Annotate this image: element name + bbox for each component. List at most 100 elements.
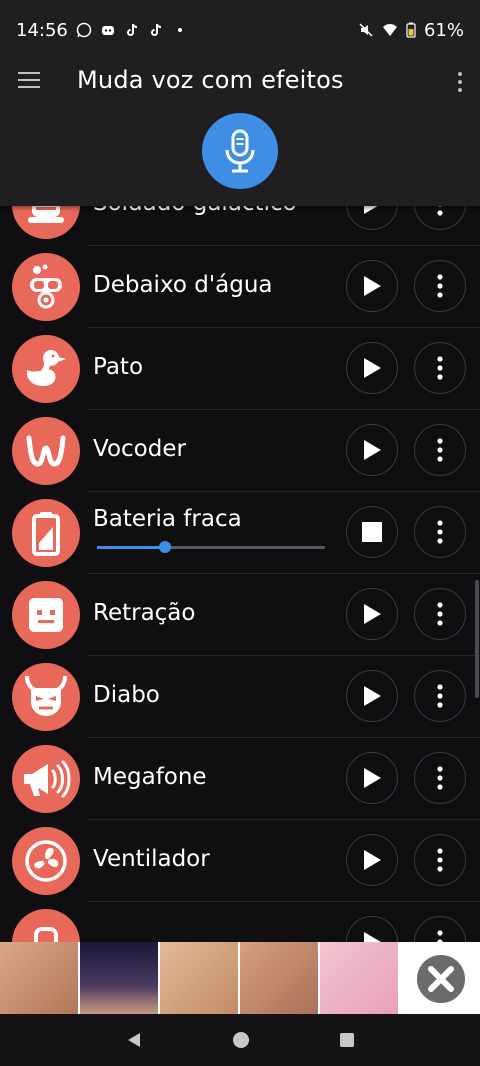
more-vert-icon <box>437 274 443 298</box>
effect-name: Diabo <box>93 682 160 708</box>
more-options-button[interactable] <box>414 670 466 722</box>
play-button[interactable] <box>346 260 398 312</box>
ad-image[interactable] <box>0 942 78 1014</box>
list-item[interactable]: Bateria fraca <box>0 492 480 574</box>
list-item[interactable]: Diabo <box>0 656 480 738</box>
play-button[interactable] <box>346 670 398 722</box>
list-item[interactable]: Soldado galáctico <box>0 206 480 246</box>
ad-banner[interactable] <box>0 942 480 1014</box>
home-icon[interactable] <box>232 1031 250 1049</box>
ad-image[interactable] <box>80 942 158 1014</box>
progress-thumb[interactable] <box>159 541 172 553</box>
list-item[interactable]: Ventilador <box>0 820 480 902</box>
effect-avatar <box>12 745 80 813</box>
play-button[interactable] <box>346 916 398 942</box>
list-item[interactable]: Vocoder <box>0 410 480 492</box>
play-icon <box>364 686 381 706</box>
list-item[interactable]: Retração <box>0 574 480 656</box>
list-item[interactable]: Debaixo d'água <box>0 246 480 328</box>
more-options-button[interactable] <box>414 260 466 312</box>
list-item[interactable] <box>0 902 480 942</box>
hamburger-icon[interactable] <box>18 72 42 92</box>
effect-avatar <box>12 253 80 321</box>
devil-icon <box>25 675 67 716</box>
close-x-icon <box>428 966 454 992</box>
record-button[interactable] <box>202 113 278 189</box>
more-options-button[interactable] <box>414 916 466 942</box>
play-button[interactable] <box>346 588 398 640</box>
discord-icon <box>101 26 114 35</box>
battery-percent: 61% <box>423 19 464 41</box>
more-vert-icon <box>437 356 443 380</box>
mic-icon <box>225 129 255 173</box>
app-bar: Muda voz com efeitos <box>0 60 480 206</box>
more-vert-icon <box>437 766 443 790</box>
effect-name: Bateria fraca <box>93 506 242 532</box>
more-options-button[interactable] <box>414 342 466 394</box>
vocoder-wave-icon <box>26 435 66 467</box>
playback-progress-slider[interactable] <box>97 541 325 553</box>
more-vert-icon <box>437 930 443 942</box>
more-vert-icon <box>437 438 443 462</box>
duck-icon <box>26 350 66 386</box>
recents-icon[interactable] <box>339 1032 355 1048</box>
play-icon <box>364 604 381 624</box>
effect-avatar <box>12 499 80 567</box>
play-button[interactable] <box>346 206 398 230</box>
dot-icon <box>177 28 182 32</box>
more-vert-icon <box>437 520 443 544</box>
more-options-button[interactable] <box>414 424 466 476</box>
list-item[interactable]: Pato <box>0 328 480 410</box>
more-options-button[interactable] <box>414 506 466 558</box>
play-icon <box>364 206 378 214</box>
robot-face-icon <box>29 598 63 632</box>
stop-button[interactable] <box>346 506 398 558</box>
more-vert-icon <box>437 684 443 708</box>
more-vert-icon[interactable] <box>456 70 464 94</box>
play-button[interactable] <box>346 834 398 886</box>
effect-avatar <box>12 581 80 649</box>
more-options-button[interactable] <box>414 588 466 640</box>
app-title: Muda voz com efeitos <box>77 66 344 94</box>
more-options-button[interactable] <box>414 834 466 886</box>
effect-name: Ventilador <box>93 846 210 872</box>
scrollbar-thumb[interactable] <box>475 580 479 698</box>
back-icon[interactable] <box>125 1031 143 1049</box>
play-button[interactable] <box>346 752 398 804</box>
play-icon <box>364 932 381 942</box>
progress-fill <box>97 546 166 549</box>
effect-avatar <box>12 417 80 485</box>
effect-name: Vocoder <box>93 436 186 462</box>
low-battery-icon <box>32 512 60 556</box>
effects-list[interactable]: Soldado galáctico Debaixo d <box>0 206 480 942</box>
list-item[interactable]: Megafone <box>0 738 480 820</box>
play-button[interactable] <box>346 342 398 394</box>
tiktok-icon <box>126 23 137 36</box>
ad-image[interactable] <box>240 942 318 1014</box>
stop-icon <box>362 522 382 542</box>
whatsapp-icon <box>76 22 92 38</box>
more-options-button[interactable] <box>414 752 466 804</box>
play-icon <box>364 440 381 460</box>
ad-image[interactable] <box>320 942 398 1014</box>
status-time: 14:56 <box>16 19 68 41</box>
fan-icon <box>25 840 67 882</box>
effect-name: Debaixo d'água <box>93 272 273 298</box>
effect-name: Pato <box>93 354 144 380</box>
ad-image[interactable] <box>160 942 238 1014</box>
ad-close-button[interactable] <box>414 952 468 1006</box>
effect-avatar <box>12 335 80 403</box>
more-vert-icon <box>437 848 443 872</box>
more-options-button[interactable] <box>414 206 466 230</box>
effect-avatar <box>12 663 80 731</box>
play-button[interactable] <box>346 424 398 476</box>
play-icon <box>364 276 381 296</box>
play-icon <box>364 850 381 870</box>
system-nav-bar <box>0 1014 480 1066</box>
mute-icon <box>359 23 373 37</box>
play-icon <box>364 768 381 788</box>
battery-icon <box>406 22 416 38</box>
tiktok-icon <box>150 23 161 36</box>
effect-name: Soldado galáctico <box>93 206 297 216</box>
diver-icon <box>30 264 62 309</box>
